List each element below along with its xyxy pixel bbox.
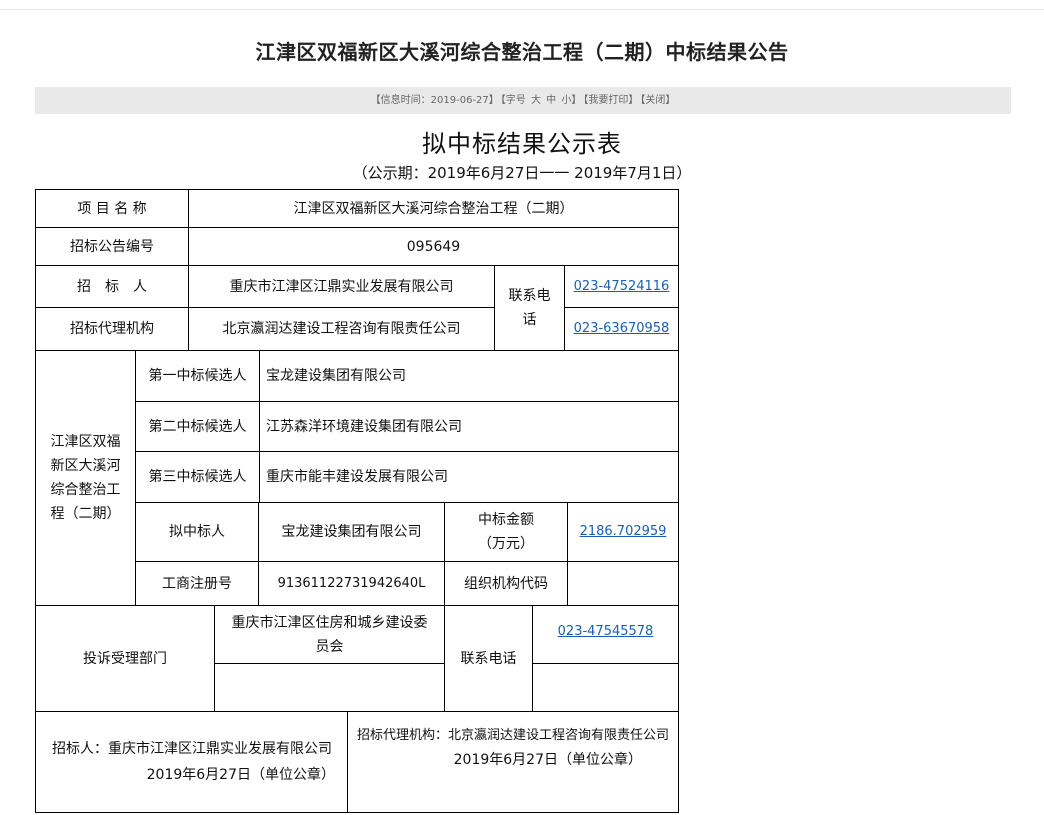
project-name-label: 项 目 名 称 <box>77 200 147 217</box>
reg-no-label: 工商注册号 <box>162 575 232 592</box>
candidate-2-label: 第二中标候选人 <box>148 418 247 435</box>
tenderer-phone-link[interactable]: 023-47524116 <box>574 275 670 299</box>
amount-link[interactable]: 2186.702959 <box>580 520 667 544</box>
close-link[interactable]: 【关闭】 <box>640 95 675 106</box>
agency-label: 招标代理机构 <box>70 321 154 337</box>
footer-tenderer-date: 2019年6月27日（单位公章） <box>146 767 335 783</box>
font-size-label: 【字号 <box>500 95 526 106</box>
complaint-dept-blank <box>215 664 444 711</box>
font-size-small-link[interactable]: 小】 <box>561 95 581 106</box>
amount-cell: 2186.702959 <box>568 503 678 561</box>
org-code-value <box>568 562 678 605</box>
font-size-medium-link[interactable]: 中 <box>546 95 556 106</box>
publicity-period: （公示期：2019年6月27日一一 2019年7月1日） <box>352 164 692 182</box>
page-title: 江津区双福新区大溪河综合整治工程（二期）中标结果公告 <box>255 40 789 64</box>
table-title: 拟中标结果公示表 <box>422 130 622 158</box>
candidate-3-name: 重庆市能丰建设发展有限公司 <box>266 469 448 485</box>
agency-phone-cell: 023-63670958 <box>565 308 678 350</box>
candidate-3-label: 第三中标候选人 <box>148 469 247 485</box>
complaint-phone-blank <box>533 664 678 711</box>
tenderer-phone-cell: 023-47524116 <box>565 266 678 307</box>
project-name-value: 江津区双福新区大溪河综合整治工程（二期） <box>293 200 574 217</box>
amount-label: 中标金额（万元） <box>478 512 534 552</box>
footer-tenderer-name: 招标人：重庆市江津区江鼎实业发展有限公司 <box>52 741 332 757</box>
complaint-phone-cell: 023-47545578 <box>533 606 678 663</box>
notice-no-value: 095649 <box>406 238 461 255</box>
section-label: 江津区双福新区大溪河综合整治工程（二期） <box>50 434 121 522</box>
tenderer-value: 重庆市江津区江鼎实业发展有限公司 <box>229 278 454 295</box>
notice-no-label: 招标公告编号 <box>70 238 154 255</box>
candidate-1-label: 第一中标候选人 <box>148 368 247 384</box>
candidate-2-name: 江苏森洋环境建设集团有限公司 <box>266 418 462 435</box>
complaint-dept-value: 重庆市江津区住房和城乡建设委员会 <box>231 614 428 655</box>
reg-no-value: 91361122731942640L <box>277 575 426 591</box>
footer-agency-name: 招标代理机构：北京瀛润达建设工程咨询有限责任公司 <box>356 728 669 743</box>
footer-tenderer: 招标人：重庆市江津区江鼎实业发展有限公司 2019年6月27日（单位公章） <box>36 712 347 812</box>
agency-phone-link[interactable]: 023-63670958 <box>574 317 670 341</box>
winner-label: 拟中标人 <box>169 524 225 540</box>
agency-value: 北京瀛润达建设工程咨询有限责任公司 <box>222 321 461 337</box>
complaint-dept-label: 投诉受理部门 <box>83 650 167 667</box>
info-time: 【信息时间：2019-06-27】 <box>370 95 499 106</box>
footer-agency: 招标代理机构：北京瀛润达建设工程咨询有限责任公司 2019年6月27日（单位公章… <box>348 712 678 812</box>
candidate-1-name: 宝龙建设集团有限公司 <box>266 368 406 384</box>
contact-phone-label: 联系电话 <box>508 288 551 328</box>
print-link[interactable]: 【我要打印】 <box>583 95 638 106</box>
tenderer-label: 招 标 人 <box>77 278 147 295</box>
winner-value: 宝龙建设集团有限公司 <box>281 524 422 540</box>
complaint-phone-link[interactable]: 023-47545578 <box>558 620 654 644</box>
top-border <box>0 0 1044 10</box>
org-code-label: 组织机构代码 <box>464 575 548 592</box>
complaint-phone-label: 联系电话 <box>460 650 517 667</box>
footer-agency-date: 2019年6月27日（单位公章） <box>453 752 642 768</box>
info-bar: 【信息时间：2019-06-27】 【字号 大 中 小】 【我要打印】 【关闭】 <box>35 87 1011 114</box>
font-size-large-link[interactable]: 大 <box>531 95 541 106</box>
